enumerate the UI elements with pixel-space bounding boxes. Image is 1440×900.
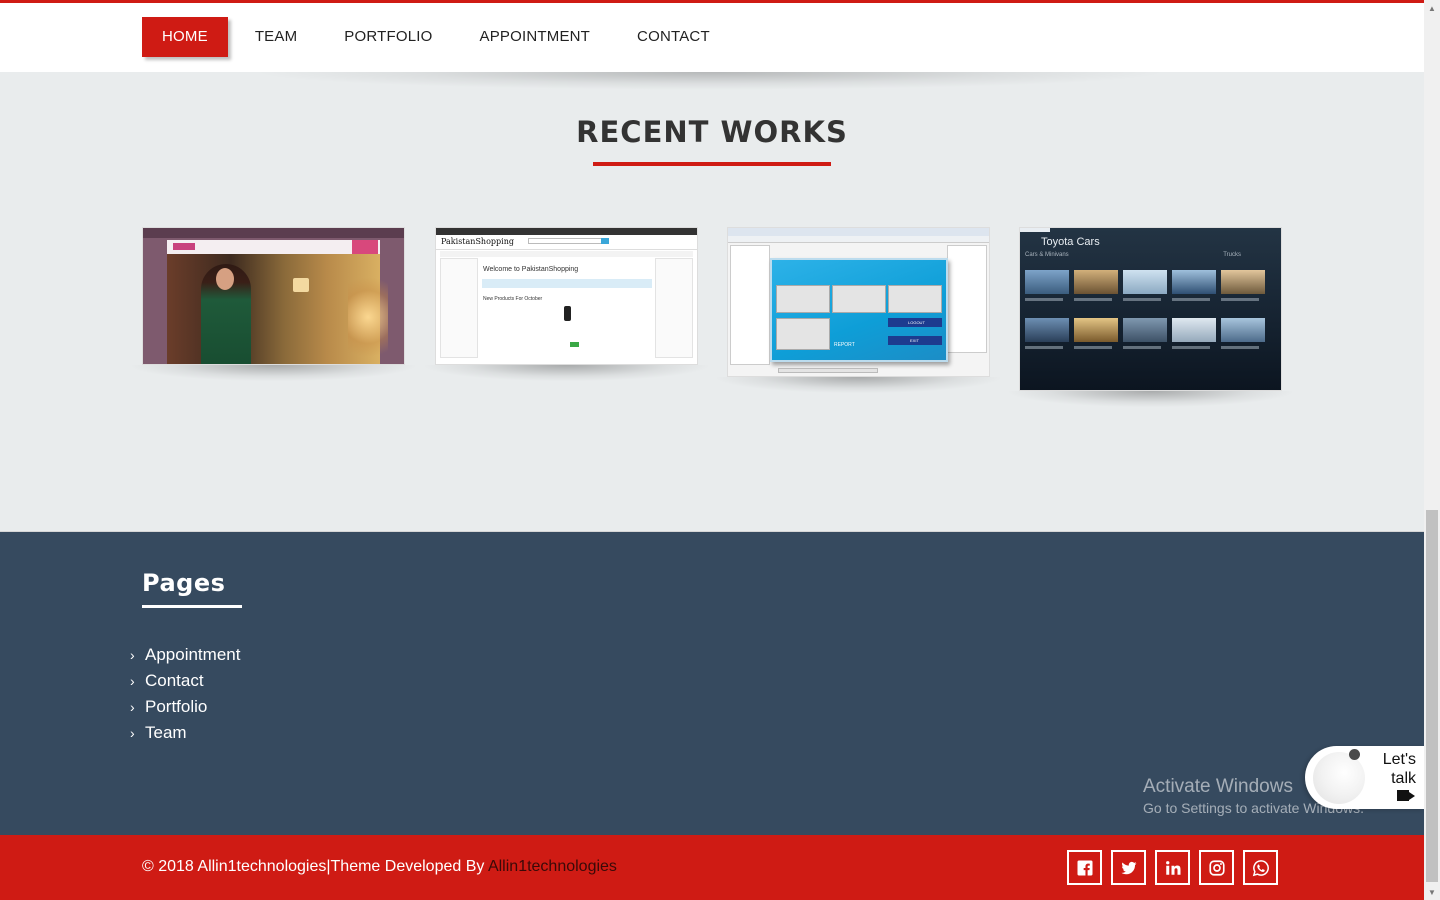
chevron-right-icon: › — [130, 699, 135, 715]
thumb-report: REPORT — [834, 342, 855, 348]
bottom-bar: © 2018 Allin1technologies|Theme Develope… — [0, 835, 1424, 900]
thumb-welcome: Welcome to PakistanShopping — [483, 266, 579, 273]
lets-talk-line2: talk — [1391, 770, 1416, 787]
toyota-cars-thumbnail[interactable]: Toyota Cars Cars & Minivans Trucks — [1019, 227, 1282, 391]
whatsapp-icon — [1252, 859, 1269, 876]
linkedin-icon — [1165, 860, 1180, 875]
facebook-button[interactable] — [1067, 850, 1102, 885]
page-scrollbar[interactable]: ▲ ▼ — [1424, 0, 1440, 900]
thumb-toyota-title: Toyota Cars — [1041, 236, 1100, 248]
nav-home[interactable]: HOME — [142, 17, 228, 57]
top-navbar: HOME TEAM PORTFOLIO APPOINTMENT CONTACT — [0, 0, 1424, 72]
work-item-3[interactable]: REPORT LOGOUT EXIT — [717, 227, 1000, 393]
footer-link-portfolio[interactable]: › Portfolio — [130, 694, 240, 720]
video-camera-icon — [1397, 790, 1409, 801]
pakistan-shopping-thumbnail[interactable]: PakistanShopping Welcome to PakistanShop… — [435, 227, 698, 365]
social-links — [1067, 850, 1287, 885]
thumb-new-products: New Products For October — [483, 296, 543, 302]
nav-appointment[interactable]: APPOINTMENT — [460, 17, 611, 57]
work-shadow — [132, 365, 415, 381]
desktop-app-thumbnail[interactable]: REPORT LOGOUT EXIT — [727, 227, 990, 377]
twitter-icon — [1121, 861, 1136, 874]
footer-link-contact[interactable]: › Contact — [130, 668, 240, 694]
section-title: RECENT WORKS — [576, 115, 848, 149]
linkedin-button[interactable] — [1155, 850, 1190, 885]
chevron-right-icon: › — [130, 673, 135, 689]
nav-contact[interactable]: CONTACT — [617, 17, 730, 57]
lets-talk-label: Let's talk — [1383, 750, 1416, 788]
twitter-button[interactable] — [1111, 850, 1146, 885]
pages-underline — [142, 605, 242, 608]
chevron-right-icon: › — [130, 647, 135, 663]
thumb-toyota-subtitle2: Trucks — [1223, 252, 1241, 258]
footer-link-team[interactable]: › Team — [130, 720, 240, 746]
thumb-logout: LOGOUT — [908, 320, 925, 325]
avatar — [1313, 752, 1365, 804]
work-item-2[interactable]: PakistanShopping Welcome to PakistanShop… — [425, 227, 708, 381]
footer-link-label: Contact — [145, 671, 204, 690]
instagram-icon — [1208, 859, 1225, 876]
scroll-up-arrow-icon[interactable]: ▲ — [1424, 0, 1440, 16]
whatsapp-button[interactable] — [1243, 850, 1278, 885]
main-nav: HOME TEAM PORTFOLIO APPOINTMENT CONTACT — [142, 17, 737, 57]
work-shadow — [1009, 391, 1292, 407]
work-shadow — [717, 377, 1000, 393]
chevron-right-icon: › — [130, 725, 135, 741]
brand-link[interactable]: Allin1technologies — [488, 858, 617, 875]
copyright-label: © 2018 Allin1technologies|Theme Develope… — [142, 858, 488, 875]
scroll-thumb[interactable] — [1426, 510, 1438, 882]
lets-talk-widget[interactable]: Let's talk — [1305, 746, 1424, 809]
nav-team[interactable]: TEAM — [235, 17, 317, 57]
instagram-button[interactable] — [1199, 850, 1234, 885]
work-shadow — [425, 365, 708, 381]
footer-link-label: Team — [145, 723, 187, 742]
scroll-down-arrow-icon[interactable]: ▼ — [1424, 884, 1440, 900]
thumb-exit: EXIT — [910, 338, 919, 343]
title-underline — [593, 162, 831, 166]
fashion-store-thumbnail[interactable] — [142, 227, 405, 365]
thumb-toyota-subtitle: Cars & Minivans — [1025, 252, 1069, 258]
nav-shadow — [250, 72, 1170, 90]
footer-link-appointment[interactable]: › Appointment — [130, 642, 240, 668]
work-item-4[interactable]: Toyota Cars Cars & Minivans Trucks — [1009, 227, 1292, 407]
lets-talk-line1: Let's — [1382, 751, 1416, 768]
thumb-brand: PakistanShopping — [441, 237, 514, 246]
status-dot — [1349, 749, 1360, 760]
pages-heading: Pages — [142, 569, 226, 597]
nav-portfolio[interactable]: PORTFOLIO — [324, 17, 452, 57]
copyright-text: © 2018 Allin1technologies|Theme Develope… — [142, 858, 617, 876]
footer-link-label: Portfolio — [145, 697, 208, 716]
facebook-icon — [1077, 860, 1092, 875]
work-item-1[interactable] — [132, 227, 415, 381]
footer-links: › Appointment › Contact › Portfolio › Te… — [130, 642, 240, 746]
footer-link-label: Appointment — [145, 645, 241, 664]
